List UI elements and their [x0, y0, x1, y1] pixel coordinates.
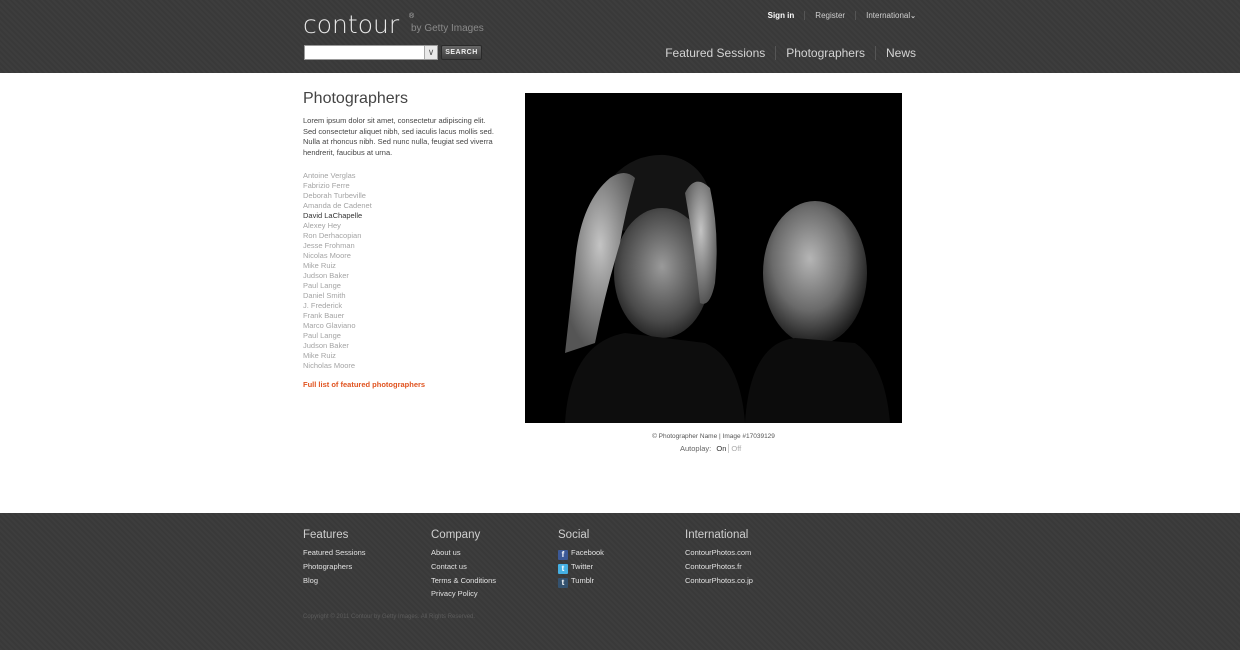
search-input[interactable] — [304, 45, 438, 60]
footer-link[interactable]: Featured Sessions — [303, 546, 366, 560]
photographer-link[interactable]: Ron Derhacopian — [303, 231, 372, 241]
chevron-down-icon: ⌄ — [910, 13, 916, 20]
footer-link[interactable]: Terms & Conditions — [431, 574, 496, 588]
footer-col-international: International ContourPhotos.com ContourP… — [685, 529, 753, 587]
photographer-link[interactable]: Mike Ruiz — [303, 351, 372, 361]
photographer-link[interactable]: Nicolas Moore — [303, 251, 372, 261]
footer-col-features: Features Featured Sessions Photographers… — [303, 529, 366, 587]
photo-image — [525, 93, 902, 423]
footer-link[interactable]: About us — [431, 546, 496, 560]
tumblr-icon: t — [558, 578, 568, 588]
photographer-link[interactable]: Daniel Smith — [303, 291, 372, 301]
autoplay-control: Autoplay: On Off — [680, 444, 741, 453]
photographer-link[interactable]: Jesse Frohman — [303, 241, 372, 251]
page-title: Photographers — [303, 90, 408, 107]
international-dropdown[interactable]: International — [855, 11, 911, 20]
header: contour ® by Getty Images ∨ SEARCH Sign … — [0, 0, 1240, 73]
photographer-link[interactable]: Amanda de Cadenet — [303, 201, 372, 211]
register-link[interactable]: Register — [804, 11, 846, 20]
photographer-list: Antoine Verglas Fabrizio Ferre Deborah Tur… — [303, 171, 372, 371]
footer-link[interactable]: ContourPhotos.com — [685, 546, 753, 560]
footer-heading: International — [685, 529, 749, 541]
photographer-link[interactable]: Deborah Turbeville — [303, 191, 372, 201]
photographer-link[interactable]: David LaChapelle — [303, 211, 372, 221]
tumblr-link[interactable]: t Tumblr — [558, 574, 604, 588]
photographer-link[interactable]: Paul Lange — [303, 331, 372, 341]
footer: Features Featured Sessions Photographers… — [0, 513, 1240, 650]
footer-col-company: Company About us Contact us Terms & Cond… — [431, 529, 496, 601]
copyright: Copyright © 2011 Contour by Getty Images… — [303, 614, 476, 620]
nav-photographers[interactable]: Photographers — [775, 46, 865, 60]
footer-link[interactable]: Blog — [303, 574, 366, 588]
tumblr-label: Tumblr — [571, 576, 595, 585]
twitter-icon: t — [558, 564, 568, 574]
twitter-label: Twitter — [571, 562, 594, 571]
contour-logo[interactable]: contour — [303, 10, 399, 39]
facebook-label: Facebook — [571, 548, 604, 557]
photographer-link[interactable]: J. Frederick — [303, 301, 372, 311]
footer-link[interactable]: Privacy Policy — [431, 587, 496, 601]
autoplay-on[interactable]: On — [716, 444, 730, 453]
footer-link[interactable]: ContourPhotos.fr — [685, 560, 753, 574]
photographer-link[interactable]: Paul Lange — [303, 281, 372, 291]
logo-tagline: by Getty Images — [411, 23, 484, 34]
photographer-link[interactable]: Alexey Hey — [303, 221, 372, 231]
photographer-link[interactable]: Frank Bauer — [303, 311, 372, 321]
photographer-link[interactable]: Mike Ruiz — [303, 261, 372, 271]
account-links: Sign in Register International⌄ — [768, 11, 916, 20]
search-button[interactable]: SEARCH — [441, 45, 482, 60]
photographer-link[interactable]: Fabrizio Ferre — [303, 181, 372, 191]
featured-photo[interactable] — [525, 93, 902, 423]
footer-heading: Social — [558, 529, 590, 541]
autoplay-off[interactable]: Off — [731, 444, 741, 453]
autoplay-label: Autoplay: — [680, 444, 712, 453]
sign-in-link[interactable]: Sign in — [768, 11, 795, 20]
photographer-link[interactable]: Marco Glaviano — [303, 321, 372, 331]
registered-mark: ® — [409, 13, 415, 20]
photographer-link[interactable]: Nicholas Moore — [303, 361, 372, 371]
facebook-link[interactable]: f Facebook — [558, 546, 604, 560]
full-list-link[interactable]: Full list of featured photographers — [303, 380, 425, 389]
photographer-link[interactable]: Antoine Verglas — [303, 171, 372, 181]
facebook-icon: f — [558, 550, 568, 560]
footer-heading: Features — [303, 529, 349, 541]
footer-link[interactable]: Photographers — [303, 560, 366, 574]
photographer-link[interactable]: Judson Baker — [303, 271, 372, 281]
footer-heading: Company — [431, 529, 481, 541]
footer-link[interactable]: ContourPhotos.co.jp — [685, 574, 753, 588]
intro-text: Lorem ipsum dolor sit amet, consectetur … — [303, 116, 494, 157]
footer-col-social: Social f Facebook t Twitter t Tumblr — [558, 529, 604, 588]
footer-link[interactable]: Contact us — [431, 560, 496, 574]
nav-news[interactable]: News — [874, 46, 916, 60]
photo-caption: © Photographer Name | Image #17039129 — [652, 433, 775, 440]
twitter-link[interactable]: t Twitter — [558, 560, 604, 574]
nav-featured-sessions[interactable]: Featured Sessions — [665, 46, 765, 60]
search-dropdown-icon[interactable]: ∨ — [424, 46, 437, 59]
main-nav: Featured Sessions Photographers News — [665, 46, 916, 60]
photographer-link[interactable]: Judson Baker — [303, 341, 372, 351]
